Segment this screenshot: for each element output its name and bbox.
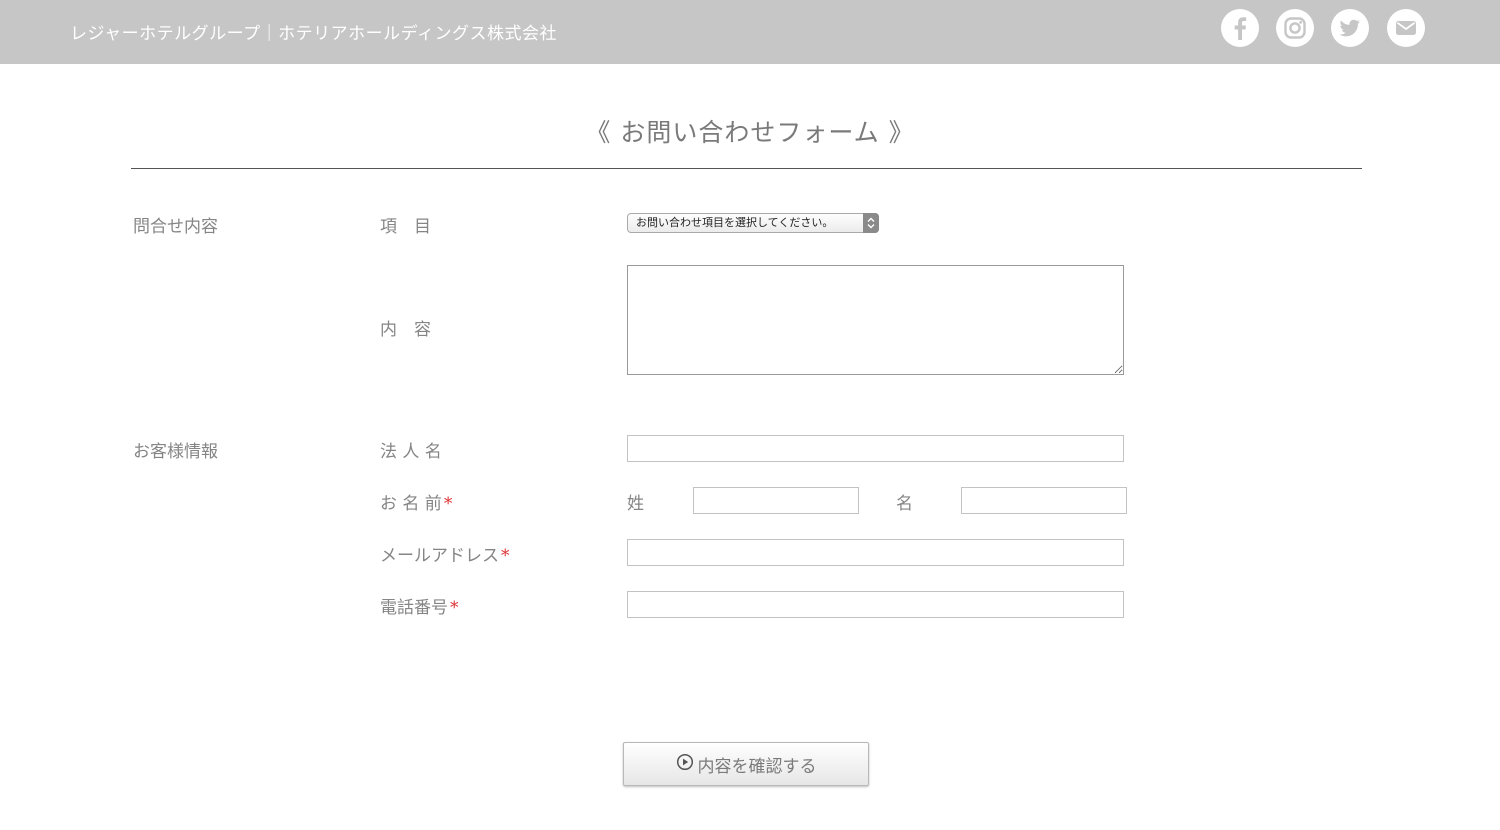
title-divider — [131, 168, 1362, 169]
instagram-icon[interactable] — [1276, 9, 1314, 47]
phone-label: 電話番号 * — [380, 593, 459, 618]
site-header: レジャーホテルグループ｜ホテリアホールディングス株式会社 — [0, 0, 1500, 64]
first-name-input[interactable] — [961, 487, 1127, 514]
last-name-label: 姓 — [627, 494, 644, 514]
confirm-button-label: 内容を確認する — [697, 756, 817, 777]
section-label-inquiry: 問合せ内容 — [133, 217, 218, 237]
required-mark: * — [450, 598, 459, 618]
form-title: 《 お問い合わせフォーム 》 — [585, 118, 915, 147]
confirm-button[interactable]: 内容を確認する — [623, 742, 869, 786]
mail-icon[interactable] — [1387, 9, 1425, 47]
email-label-text: メールアドレス — [380, 546, 499, 566]
twitter-icon[interactable] — [1331, 9, 1369, 47]
phone-input[interactable] — [627, 591, 1124, 618]
name-label-text: お 名 前 — [380, 494, 442, 514]
select-value: お問い合わせ項目を選択してください。 — [636, 216, 834, 229]
select-arrows-icon — [863, 213, 879, 233]
first-name-label: 名 — [896, 494, 913, 514]
facebook-icon[interactable] — [1221, 9, 1259, 47]
inquiry-item-select[interactable]: お問い合わせ項目を選択してください。 — [627, 213, 879, 233]
company-label: 法 人 名 — [380, 442, 442, 462]
company-input[interactable] — [627, 435, 1124, 462]
content-textarea[interactable] — [627, 265, 1124, 375]
email-label: メールアドレス * — [380, 541, 510, 566]
site-title[interactable]: レジャーホテルグループ｜ホテリアホールディングス株式会社 — [70, 19, 557, 44]
email-input[interactable] — [627, 539, 1124, 566]
required-mark: * — [443, 494, 453, 514]
content-label: 内 容 — [380, 320, 431, 340]
name-label: お 名 前 * — [380, 489, 452, 514]
phone-label-text: 電話番号 — [380, 598, 448, 618]
last-name-input[interactable] — [693, 487, 859, 514]
section-label-customer: お客様情報 — [133, 442, 218, 462]
required-mark: * — [501, 546, 510, 566]
play-circle-icon — [676, 753, 694, 776]
item-label: 項 目 — [380, 217, 431, 237]
